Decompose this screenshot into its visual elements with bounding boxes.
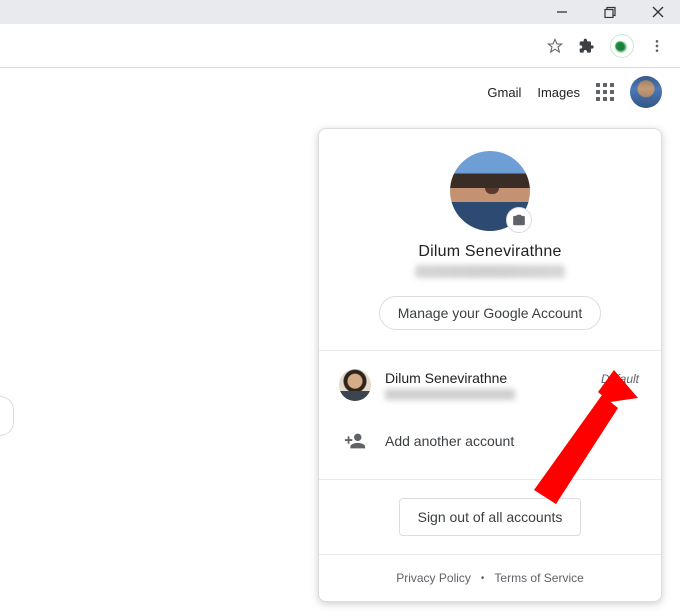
close-button[interactable] — [648, 1, 668, 23]
change-photo-button[interactable] — [506, 207, 532, 233]
default-badge: Default — [601, 372, 639, 386]
kebab-menu-icon[interactable] — [648, 37, 666, 55]
footer-separator: • — [481, 573, 485, 584]
account-email-blurred — [385, 389, 515, 400]
extensions-icon[interactable] — [578, 37, 596, 55]
account-dropdown: Dilum Senevirathne Manage your Google Ac… — [318, 128, 662, 602]
account-row[interactable]: Dilum Senevirathne Default — [319, 359, 661, 411]
privacy-link[interactable]: Privacy Policy — [396, 571, 471, 585]
signout-button[interactable]: Sign out of all accounts — [399, 498, 582, 536]
partial-dialog-edge — [0, 396, 14, 436]
add-account-row[interactable]: Add another account — [319, 411, 661, 471]
maximize-button[interactable] — [600, 1, 620, 23]
primary-account-name: Dilum Senevirathne — [418, 243, 561, 261]
google-apps-icon[interactable] — [596, 83, 614, 101]
google-nav: Gmail Images — [0, 68, 680, 116]
manage-account-button[interactable]: Manage your Google Account — [379, 296, 601, 330]
browser-toolbar — [0, 24, 680, 68]
signout-section: Sign out of all accounts — [319, 480, 661, 555]
account-list: Dilum Senevirathne Default Add another a… — [319, 351, 661, 480]
account-name: Dilum Senevirathne — [385, 370, 507, 386]
account-avatar-button[interactable] — [630, 76, 662, 108]
dropdown-header: Dilum Senevirathne Manage your Google Ac… — [319, 129, 661, 351]
gmail-link[interactable]: Gmail — [487, 85, 521, 100]
primary-avatar-wrap — [450, 151, 530, 231]
browser-profile-icon[interactable] — [610, 34, 634, 58]
dropdown-footer: Privacy Policy • Terms of Service — [319, 555, 661, 601]
images-link[interactable]: Images — [537, 85, 580, 100]
bookmark-star-icon[interactable] — [546, 37, 564, 55]
account-avatar — [339, 369, 371, 401]
minimize-button[interactable] — [552, 1, 572, 23]
terms-link[interactable]: Terms of Service — [494, 571, 583, 585]
primary-account-email-blurred — [415, 265, 565, 278]
person-add-icon — [339, 425, 371, 457]
window-titlebar — [0, 0, 680, 24]
add-account-label: Add another account — [385, 433, 514, 449]
